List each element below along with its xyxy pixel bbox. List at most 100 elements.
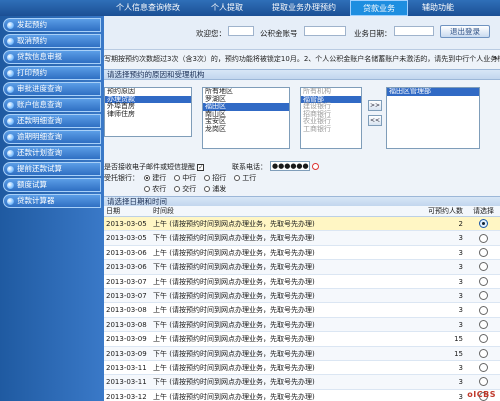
- table-row[interactable]: 2013-03-06 下午 (请按预约时间到网点办理业务，先取号先办理) 3: [104, 260, 500, 275]
- bank-option-abc[interactable]: 农行: [144, 184, 166, 194]
- table-row[interactable]: 2013-03-07 上午 (请按预约时间到网点办理业务，先取号先办理) 3: [104, 274, 500, 289]
- tab-withdraw-appointment[interactable]: 提取业务办理预约: [258, 0, 350, 16]
- phone-input[interactable]: ●●●●●●●●●●●●●: [270, 161, 310, 171]
- reason-listbox[interactable]: 预约原因 办理贷款 外埠首房 律师住房: [104, 87, 192, 137]
- reminder-row: 是否接收电子邮件或短信提醒 ✓ 联系电话： ●●●●●●●●●●●●●: [104, 161, 500, 172]
- sidebar-item-quota-calc[interactable]: 额度试算: [3, 178, 101, 192]
- row-select-radio[interactable]: [479, 291, 488, 301]
- row-select-cell: [467, 332, 500, 345]
- row-date: 2013-03-05: [106, 234, 147, 243]
- row-select-radio[interactable]: [479, 247, 488, 257]
- sidebar-item-repayment-detail[interactable]: 还款明细查询: [3, 114, 101, 128]
- row-available-count: 3: [458, 248, 463, 257]
- radio-icon[interactable]: [204, 186, 210, 192]
- row-available-count: 15: [454, 349, 463, 358]
- sidebar-item-loan-calculator[interactable]: 贷款计算器: [3, 194, 101, 208]
- row-date: 2013-03-08: [106, 320, 147, 329]
- table-row[interactable]: 2013-03-06 上午 (请按预约时间到网点办理业务，先取号先办理) 3: [104, 245, 500, 261]
- phone-label: 联系电话：: [232, 163, 267, 171]
- chosen-institution-listbox[interactable]: 福田区管理部: [386, 87, 480, 149]
- sidebar-item-label: 还款计划查询: [17, 148, 62, 157]
- row-time-slot: 上午 (请按预约时间到网点办理业务，先取号先办理): [153, 363, 315, 372]
- list-item[interactable]: 律师住房: [105, 110, 191, 119]
- sidebar-item-print-appointment[interactable]: 打印预约: [3, 66, 101, 80]
- row-select-radio[interactable]: [479, 305, 488, 315]
- bank-option-label: 招行: [212, 174, 227, 182]
- row-select-radio[interactable]: [479, 363, 488, 373]
- tab-personal-info[interactable]: 个人信息查询修改: [100, 0, 196, 16]
- radio-icon[interactable]: [144, 175, 150, 181]
- header-select: 请选择: [473, 206, 494, 215]
- table-row[interactable]: 2013-03-11 上午 (请按预约时间到网点办理业务，先取号先办理) 3: [104, 360, 500, 376]
- sidebar-item-label: 打印预约: [17, 68, 47, 77]
- logout-button[interactable]: 退出登录: [440, 25, 490, 38]
- scroll-arrow-icon[interactable]: ▸: [494, 54, 498, 62]
- tab-personal-withdraw[interactable]: 个人提取: [196, 0, 258, 16]
- row-select-radio[interactable]: [479, 319, 488, 329]
- row-select-radio[interactable]: [479, 233, 488, 243]
- bank-option-bocom[interactable]: 交行: [174, 184, 196, 194]
- row-select-radio[interactable]: [479, 334, 488, 344]
- row-select-cell: [467, 361, 500, 374]
- bank-option-boc[interactable]: 中行: [174, 173, 196, 183]
- sidebar-item-prepayment-calc[interactable]: 提前还款试算: [3, 162, 101, 176]
- table-row[interactable]: 2013-03-09 上午 (请按预约时间到网点办理业务，先取号先办理) 15: [104, 332, 500, 347]
- table-row[interactable]: 2013-03-07 下午 (请按预约时间到网点办理业务，先取号先办理) 3: [104, 288, 500, 304]
- bank-option-label: 交行: [182, 185, 197, 193]
- radio-icon[interactable]: [204, 175, 210, 181]
- row-time-slot: 上午 (请按预约时间到网点办理业务，先取号先办理): [153, 277, 315, 286]
- account-label: 公积金账号: [260, 29, 298, 38]
- row-select-radio[interactable]: [479, 348, 488, 358]
- reason-section-header: 请选择预约的原因和受理机构: [104, 69, 500, 80]
- radio-icon[interactable]: [174, 175, 180, 181]
- list-item[interactable]: 龙岗区: [203, 125, 289, 134]
- row-date: 2013-03-07: [106, 291, 147, 300]
- list-item[interactable]: 工商银行: [301, 125, 361, 134]
- table-row[interactable]: 2013-03-05 上午 (请按预约时间到网点办理业务，先取号先办理) 2: [104, 217, 500, 232]
- list-item[interactable]: 福田区管理部: [387, 88, 479, 96]
- table-row[interactable]: 2013-03-08 上午 (请按预约时间到网点办理业务，先取号先办理) 3: [104, 303, 500, 318]
- row-select-radio[interactable]: [479, 219, 488, 229]
- sidebar-item-account-info[interactable]: 账户信息查询: [3, 98, 101, 112]
- reminder-checkbox[interactable]: ✓: [197, 163, 205, 171]
- bank-option-cmb[interactable]: 招行: [204, 173, 226, 183]
- table-row[interactable]: 2013-03-09 下午 (请按预约时间到网点办理业务，先取号先办理) 15: [104, 346, 500, 361]
- row-select-cell: [467, 217, 500, 230]
- bullet-icon: [7, 133, 14, 141]
- sidebar-item-repayment-plan[interactable]: 还款计划查询: [3, 146, 101, 160]
- row-time-slot: 下午 (请按预约时间到网点办理业务，先取号先办理): [153, 263, 315, 272]
- radio-icon[interactable]: [174, 186, 180, 192]
- move-right-button[interactable]: >>: [368, 100, 382, 111]
- district-listbox[interactable]: 所有地区 罗湖区 福田区 南山区 宝安区 龙岗区: [202, 87, 290, 149]
- institution-listbox[interactable]: 所有机构 福管部 建设银行 招商银行 农业银行 工商银行: [300, 87, 362, 149]
- welcome-value: [228, 26, 254, 36]
- table-row[interactable]: 2013-03-08 下午 (请按预约时间到网点办理业务，先取号先办理) 3: [104, 317, 500, 333]
- sidebar-item-label: 贷款计算器: [17, 196, 55, 205]
- sidebar-item-approval-progress[interactable]: 审批进度查询: [3, 82, 101, 96]
- radio-icon[interactable]: [144, 186, 150, 192]
- bank-option-icbc[interactable]: 工行: [234, 173, 256, 183]
- radio-icon[interactable]: [234, 175, 240, 181]
- table-row[interactable]: 2013-03-12 上午 (请按预约时间到网点办理业务，先取号先办理) 3: [104, 389, 500, 401]
- table-row[interactable]: 2013-03-05 下午 (请按预约时间到网点办理业务，先取号先办理) 3: [104, 231, 500, 246]
- row-select-radio[interactable]: [479, 377, 488, 387]
- row-available-count: 15: [454, 335, 463, 344]
- sidebar-item-label: 提前还款试算: [17, 164, 62, 173]
- table-row[interactable]: 2013-03-11 下午 (请按预约时间到网点办理业务，先取号先办理) 3: [104, 375, 500, 390]
- sidebar-item-cancel-appointment[interactable]: 取消预约: [3, 34, 101, 48]
- bank-option-spdb[interactable]: 浦发: [204, 184, 226, 194]
- sidebar-item-overdue-detail[interactable]: 逾期明细查询: [3, 130, 101, 144]
- row-select-cell: [467, 289, 500, 302]
- tab-loan-business[interactable]: 贷款业务: [350, 0, 408, 16]
- row-select-radio[interactable]: [479, 262, 488, 272]
- sidebar-item-loan-info[interactable]: 贷款信息审报: [3, 50, 101, 64]
- move-left-button[interactable]: <<: [368, 115, 382, 126]
- bank-option-ccb[interactable]: 建行: [144, 173, 166, 183]
- row-time-slot: 下午 (请按预约时间到网点办理业务，先取号先办理): [153, 320, 315, 329]
- row-available-count: 3: [458, 306, 463, 315]
- sidebar-item-label: 发起预约: [17, 20, 47, 29]
- tab-auxiliary[interactable]: 辅助功能: [408, 0, 468, 16]
- notice-banner: 写期按预约次数超过3次（含3次）的，预约功能将被锁定10月。2、个人公积金账户名…: [104, 54, 500, 64]
- sidebar-item-start-appointment[interactable]: 发起预约: [3, 18, 101, 32]
- row-select-radio[interactable]: [479, 276, 488, 286]
